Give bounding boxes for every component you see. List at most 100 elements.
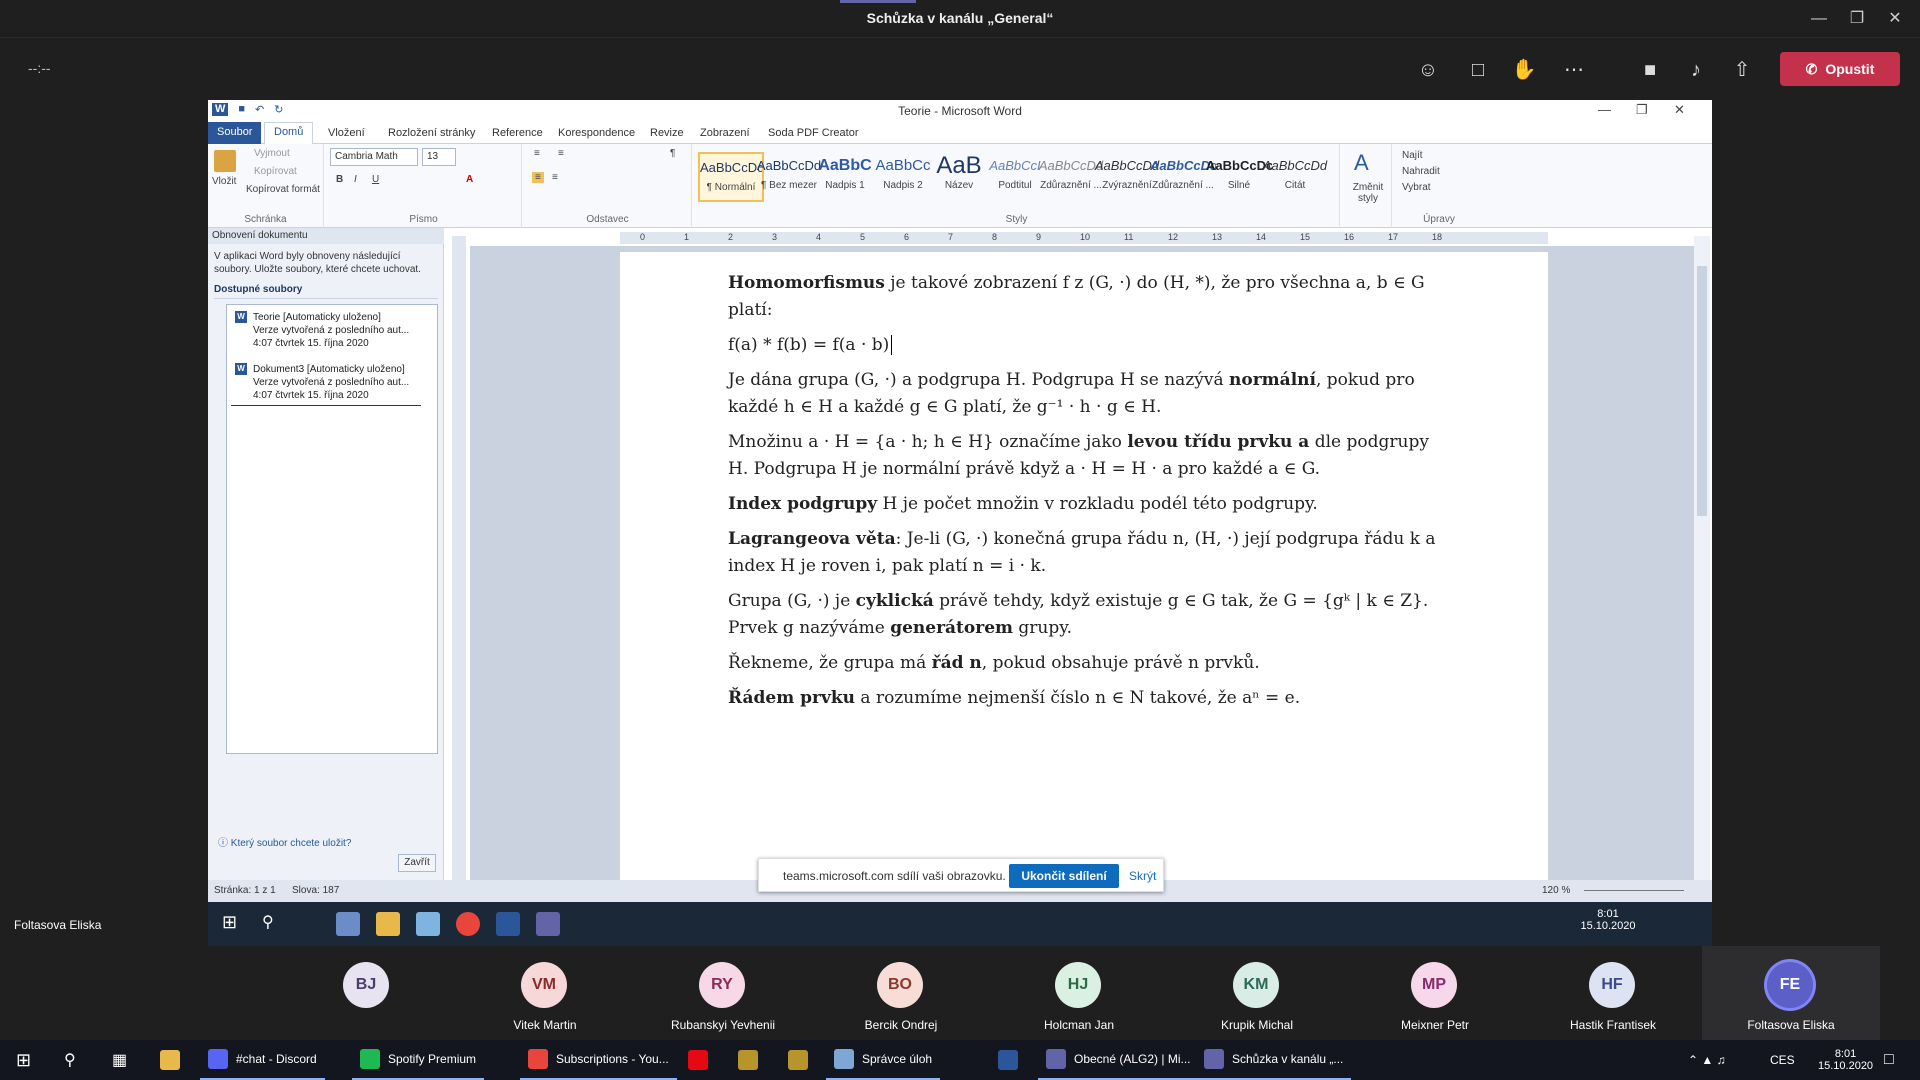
taskbar-app[interactable] xyxy=(780,1040,824,1080)
stop-sharing-button[interactable]: Ukončit sdílení xyxy=(1009,864,1119,888)
ruler-tick: 2 xyxy=(728,232,734,242)
tab-view[interactable]: Zobrazení xyxy=(692,125,758,141)
change-styles-button[interactable]: Změnit styly xyxy=(1346,182,1390,204)
taskbar-app[interactable]: Spotify Premium xyxy=(352,1040,485,1080)
zoom-level[interactable]: 120 % xyxy=(1542,885,1570,896)
tab-soda-pdf[interactable]: Soda PDF Creator xyxy=(760,125,866,141)
taskbar-app[interactable]: Správce úloh xyxy=(826,1040,941,1080)
style-heading-1[interactable]: AaBbC Nadpis 1 xyxy=(812,152,878,202)
paste-button[interactable]: Vložit xyxy=(212,176,236,187)
numbering-icon[interactable]: ≡ xyxy=(558,148,564,159)
mic-off-icon[interactable]: ♪ xyxy=(1682,56,1710,84)
participant-tile[interactable]: RY Rubanskyi Yevhenii xyxy=(634,946,812,1040)
raise-hand-icon[interactable]: ✋ xyxy=(1510,56,1538,84)
align-center-button[interactable]: ≡ xyxy=(552,172,558,183)
taskbar-app-label: Subscriptions - You... xyxy=(556,1052,669,1066)
style-normal[interactable]: AaBbCcDd ¶ Normální xyxy=(698,152,764,202)
scroll-thumb[interactable] xyxy=(1697,266,1707,516)
copy-button[interactable]: Kopírovat xyxy=(254,166,297,177)
recovery-help-link[interactable]: ⓘ Který soubor chcete uložit? xyxy=(218,834,351,849)
style-quote[interactable]: AaBbCcDd Citát xyxy=(1262,152,1328,202)
file-explorer-icon xyxy=(376,912,400,936)
participant-tile[interactable]: BJ xyxy=(278,946,456,1040)
task-view-button[interactable]: ▦ xyxy=(104,1040,135,1080)
recovery-close-button[interactable]: Zavřít xyxy=(398,854,436,872)
horizontal-ruler[interactable]: 0 1 2 3 4 5 6 7 8 9 10 11 12 13 14 15 16 17 18 xyxy=(620,232,1548,244)
taskbar-app[interactable]: #chat - Discord xyxy=(200,1040,325,1080)
file-explorer-button[interactable] xyxy=(152,1040,188,1080)
text: Je dána grupa (G, ·) a podgrupa H. Podgr… xyxy=(728,370,1230,390)
find-button[interactable]: Najít xyxy=(1402,150,1423,161)
font-name-select[interactable]: Cambria Math xyxy=(330,148,418,166)
tab-insert[interactable]: Vložení xyxy=(320,125,373,141)
system-tray[interactable]: ⌃ ▲ ♫ xyxy=(1680,1040,1734,1080)
share-screen-icon[interactable]: ⇧ xyxy=(1728,56,1756,84)
tab-references[interactable]: Reference xyxy=(484,125,551,141)
vertical-scrollbar[interactable] xyxy=(1694,236,1710,880)
camera-off-icon[interactable]: ■ xyxy=(1636,56,1664,84)
word-restore-icon[interactable]: ❐ xyxy=(1636,102,1648,118)
page-count[interactable]: Stránka: 1 z 1 xyxy=(214,885,276,896)
participants-icon[interactable]: ☺ xyxy=(1414,56,1442,84)
participant-tile[interactable]: HF Hastik Frantisek xyxy=(1524,946,1702,1040)
language-indicator[interactable]: CES xyxy=(1762,1040,1803,1080)
italic-button[interactable]: I xyxy=(354,174,357,185)
chat-icon[interactable]: □ xyxy=(1464,56,1492,84)
taskbar-app[interactable]: Obecné (ALG2) | Mi... xyxy=(1038,1040,1199,1080)
change-styles-group: A Změnit styly xyxy=(1342,144,1392,228)
participant-tile[interactable]: MP Meixner Petr xyxy=(1346,946,1524,1040)
file-info: Verze vytvořená z posledního aut... xyxy=(253,377,410,388)
font-color-button[interactable]: A xyxy=(466,174,473,185)
taskbar-app[interactable] xyxy=(990,1040,1034,1080)
term: řád n xyxy=(931,653,982,673)
close-icon[interactable]: ✕ xyxy=(1872,4,1918,34)
change-styles-icon[interactable]: A xyxy=(1354,150,1369,176)
participant-tile[interactable]: VM Vitek Martin xyxy=(456,946,634,1040)
underline-button[interactable]: U xyxy=(372,174,379,185)
participant-tile[interactable]: FE Foltasova Eliska xyxy=(1702,946,1880,1040)
file-name: Teorie [Automaticky uloženo] xyxy=(253,312,381,323)
taskbar-app[interactable]: Subscriptions - You... xyxy=(520,1040,677,1080)
style-name: Citát xyxy=(1284,180,1306,191)
taskbar-app-label: Spotify Premium xyxy=(388,1052,477,1066)
ruler-tick: 11 xyxy=(1124,232,1134,242)
tab-review[interactable]: Revize xyxy=(642,125,692,141)
taskbar-app[interactable]: Schůzka v kanálu „... xyxy=(1196,1040,1352,1080)
recovered-file-list[interactable]: W Teorie [Automaticky uloženo] Verze vyt… xyxy=(226,304,438,754)
taskbar-app[interactable] xyxy=(730,1040,774,1080)
tab-mailings[interactable]: Korespondence xyxy=(550,125,643,141)
vertical-ruler xyxy=(452,236,466,880)
participant-tile[interactable]: BO Bercik Ondrej xyxy=(812,946,990,1040)
tab-home[interactable]: Domů xyxy=(264,122,314,145)
select-button[interactable]: Vybrat xyxy=(1402,182,1431,193)
text: Množinu a · H = {a · h; h ∈ H} označíme … xyxy=(728,432,1128,452)
notifications-icon[interactable]: □ xyxy=(1876,1040,1902,1080)
start-button[interactable]: ⊞ xyxy=(8,1040,39,1080)
word-close-icon[interactable]: ✕ xyxy=(1674,102,1685,118)
pilcrow-icon[interactable]: ¶ xyxy=(670,148,675,159)
bullets-icon[interactable]: ≡ xyxy=(534,148,540,159)
leave-button[interactable]: ✆ Opustit xyxy=(1780,52,1900,86)
zoom-slider[interactable] xyxy=(1584,890,1684,891)
document-text[interactable]: Homomorfismus je takové zobrazení f z (G… xyxy=(728,270,1448,720)
bold-button[interactable]: B xyxy=(336,174,343,185)
paste-icon[interactable] xyxy=(214,150,236,172)
cut-button[interactable]: Vyjmout xyxy=(254,148,290,159)
hide-banner-button[interactable]: Skrýt xyxy=(1129,869,1156,883)
participant-tile[interactable]: KM Krupik Michal xyxy=(1168,946,1346,1040)
more-options-icon[interactable]: ⋯ xyxy=(1560,56,1588,84)
font-size-select[interactable]: 13 xyxy=(422,148,456,166)
participant-tile[interactable]: HJ Holcman Jan xyxy=(990,946,1168,1040)
format-painter-button[interactable]: Kopírovat formát xyxy=(246,184,320,195)
taskbar-app[interactable] xyxy=(680,1040,724,1080)
align-left-button[interactable]: ≡ xyxy=(532,172,544,183)
tab-page-layout[interactable]: Rozložení stránky xyxy=(380,125,483,141)
word-count[interactable]: Slova: 187 xyxy=(292,885,339,896)
replace-button[interactable]: Nahradit xyxy=(1402,166,1440,177)
word-minimize-icon[interactable]: — xyxy=(1598,102,1611,117)
tab-file[interactable]: Soubor xyxy=(208,122,262,144)
file-name: Dokument3 [Automaticky uloženo] xyxy=(253,364,405,375)
text: grupy. xyxy=(1013,618,1073,638)
system-clock[interactable]: 8:01 15.10.2020 xyxy=(1810,1040,1881,1080)
search-button[interactable]: ⚲ xyxy=(56,1040,84,1080)
